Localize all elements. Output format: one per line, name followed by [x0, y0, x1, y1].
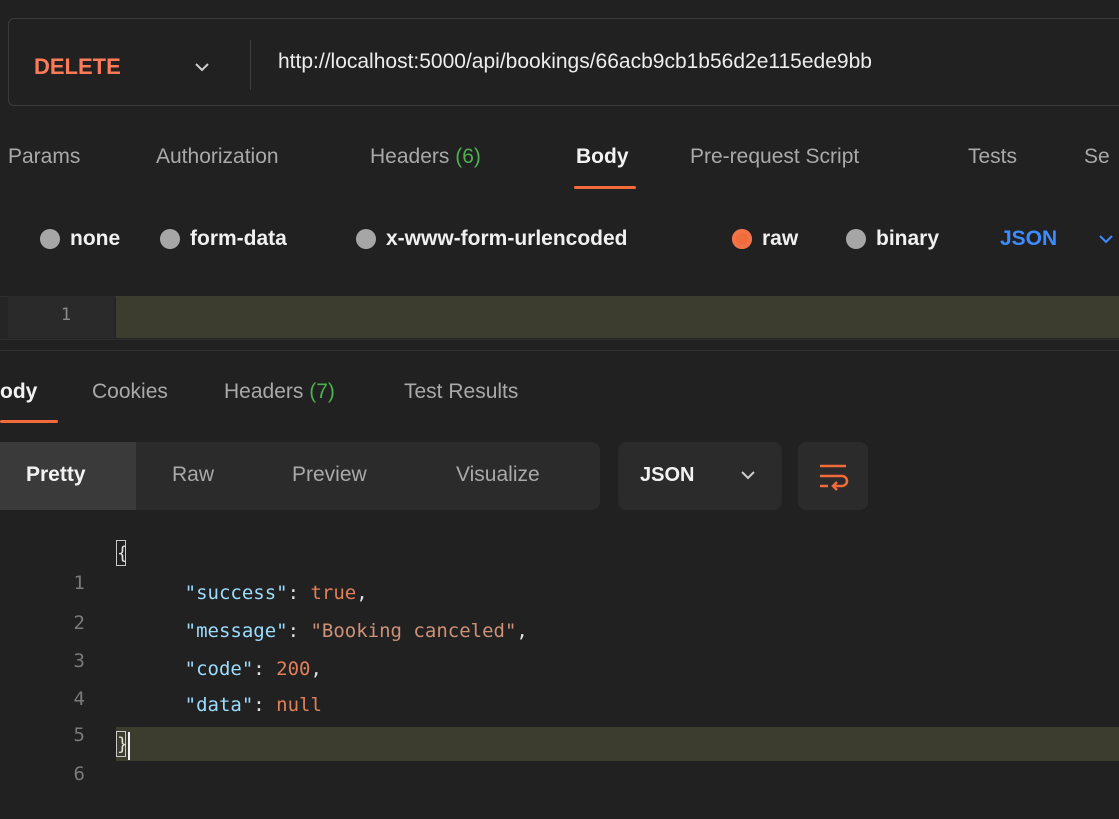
- body-type-raw[interactable]: raw: [732, 222, 798, 256]
- chevron-down-icon[interactable]: [192, 52, 212, 82]
- url-input[interactable]: http://localhost:5000/api/bookings/66acb…: [278, 47, 872, 77]
- code-line: 6 }: [0, 729, 128, 785]
- text-caret: [128, 732, 130, 760]
- tab-headers[interactable]: Headers (6): [370, 142, 481, 172]
- response-tab-body[interactable]: ody: [0, 377, 37, 407]
- response-tab-cookies[interactable]: Cookies: [92, 377, 168, 407]
- tab-params[interactable]: Params: [8, 142, 80, 172]
- body-type-form-data[interactable]: form-data: [160, 222, 287, 256]
- http-method-select[interactable]: DELETE: [34, 52, 121, 82]
- view-preview-button[interactable]: Preview: [292, 460, 367, 490]
- response-tab-test-results[interactable]: Test Results: [404, 377, 518, 407]
- view-visualize-button[interactable]: Visualize: [456, 460, 540, 490]
- active-line-highlight: [116, 727, 1119, 761]
- active-tab-indicator: [0, 420, 58, 423]
- radio-selected-icon[interactable]: [732, 229, 752, 249]
- body-type-urlencoded[interactable]: x-www-form-urlencoded: [356, 222, 628, 256]
- code-line: 5 "data": null: [73, 694, 322, 746]
- active-tab-indicator: [574, 186, 636, 189]
- pane-divider[interactable]: [0, 350, 1119, 351]
- view-raw-button[interactable]: Raw: [172, 460, 214, 490]
- body-format-select[interactable]: JSON: [1000, 222, 1057, 256]
- tab-authorization[interactable]: Authorization: [156, 142, 279, 172]
- response-format-label: JSON: [640, 464, 695, 486]
- radio-icon[interactable]: [846, 229, 866, 249]
- view-pretty-button[interactable]: Pretty: [26, 460, 86, 490]
- radio-icon[interactable]: [40, 229, 60, 249]
- tab-settings[interactable]: Se: [1084, 142, 1110, 172]
- active-line-highlight: [116, 296, 1119, 338]
- wrap-lines-icon: [820, 464, 849, 491]
- radio-icon[interactable]: [356, 229, 376, 249]
- response-tab-headers[interactable]: Headers (7): [224, 377, 335, 407]
- tab-pre-request-script[interactable]: Pre-request Script: [690, 142, 859, 172]
- tab-body[interactable]: Body: [576, 142, 629, 172]
- radio-icon[interactable]: [160, 229, 180, 249]
- chevron-down-icon[interactable]: [1096, 226, 1116, 252]
- body-type-binary[interactable]: binary: [846, 222, 939, 256]
- wrap-lines-button[interactable]: [798, 442, 868, 510]
- line-number: 1: [60, 305, 72, 325]
- chevron-down-icon: [741, 471, 755, 480]
- code-line: 3 "message": "Booking canceled",: [73, 620, 528, 672]
- code-line: 2 "success": true,: [73, 582, 368, 634]
- code-line: 4 "code": 200,: [73, 658, 322, 710]
- url-separator: [250, 40, 251, 90]
- body-type-none[interactable]: none: [40, 222, 120, 256]
- code-line: 1 {: [0, 538, 128, 594]
- tab-tests[interactable]: Tests: [968, 142, 1017, 172]
